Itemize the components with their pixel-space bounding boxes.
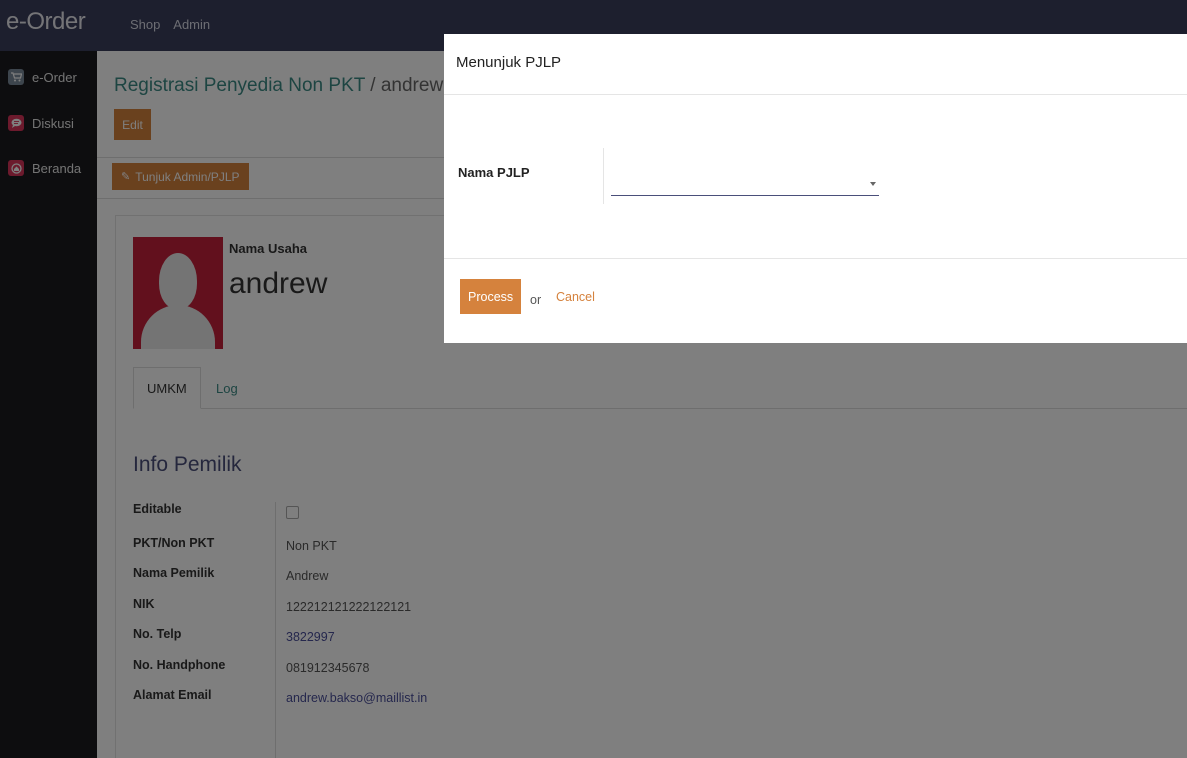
divider (444, 94, 1187, 95)
chevron-down-icon (870, 182, 876, 186)
divider (603, 148, 604, 204)
or-text: or (530, 293, 542, 307)
pjlp-name-label: Nama PJLP (458, 165, 530, 180)
cancel-link[interactable]: Cancel (556, 290, 595, 304)
modal-title: Menunjuk PJLP (456, 54, 562, 71)
assign-pjlp-modal: Menunjuk PJLP Nama PJLP Process or Cance… (444, 34, 1187, 343)
pjlp-name-select[interactable] (611, 174, 879, 196)
divider (444, 258, 1187, 259)
process-button[interactable]: Process (460, 279, 522, 314)
